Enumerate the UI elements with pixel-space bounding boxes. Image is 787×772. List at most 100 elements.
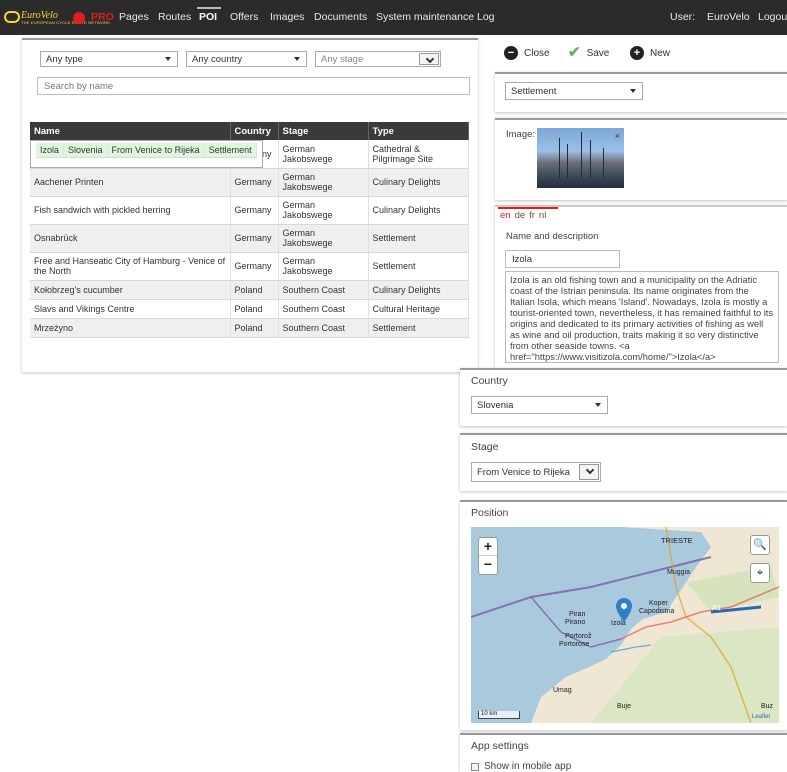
table-header-row: Name Country Stage Type — [30, 122, 469, 140]
show-mobile-label: Show in mobile app — [484, 761, 572, 772]
table-cell-stage: From Venice to Rijeka — [107, 143, 205, 158]
table-cell-stage: Southern Coast — [278, 299, 369, 319]
tab-en[interactable]: en — [500, 210, 511, 221]
close-button[interactable]: − Close — [504, 42, 550, 64]
table-row[interactable]: Mrzeżyno Poland Southern Coast Settlement — [30, 318, 469, 338]
nav-offers[interactable]: Offers — [230, 11, 258, 23]
image-label: Image: — [506, 129, 536, 140]
bike-icon — [4, 11, 20, 23]
new-button[interactable]: + New — [630, 42, 670, 64]
map-label-buje: Buje — [617, 703, 632, 710]
position-map[interactable]: TRIESTE Muggia Koper Capodistria Piran P… — [471, 527, 779, 723]
table-cell-country: Poland — [230, 280, 279, 300]
stage-select[interactable]: From Venice to Rijeka — [471, 462, 601, 482]
map-label-capodistria: Capodistria — [639, 608, 675, 615]
map-scale: 10 km — [478, 711, 520, 719]
table-cell-stage: German Jakobswege — [278, 224, 369, 253]
map-attribution-link[interactable]: Leaflet — [752, 714, 770, 720]
map-label-portorose: Portorose — [559, 641, 590, 648]
table-row[interactable]: Free and Hanseatic City of Hamburg - Ven… — [30, 252, 469, 281]
table-cell-type: Cultural Heritage — [368, 299, 469, 319]
table-cell-country: Germany — [230, 252, 279, 281]
table-cell-name: Fish sandwich with pickled herring — [30, 196, 231, 225]
table-cell-type: Settlement — [368, 252, 469, 281]
table-row[interactable]: Aachener Printen Germany German Jakobswege… — [30, 168, 469, 197]
table-row[interactable]: Slavs and Vikings Centre Poland Southern C… — [30, 299, 469, 319]
table-cell-stage: Southern Coast — [278, 280, 369, 300]
tab-fr[interactable]: fr — [529, 210, 535, 221]
poi-table: Name Country Stage Type Izola Slovenia Fro… — [30, 122, 469, 338]
save-button[interactable]: ✔ Save — [568, 42, 609, 64]
nav-system-maintenance[interactable]: System maintenance — [376, 11, 474, 23]
chevron-down-icon — [165, 57, 171, 61]
zoom-in-button[interactable]: + — [479, 538, 497, 556]
poi-description-field[interactable]: Izola is an old fishing town and a munic… — [505, 271, 779, 363]
type-filter-select[interactable]: Any type — [40, 51, 178, 67]
table-cell-type: Settlement — [368, 224, 469, 253]
app-settings-label: App settings — [471, 740, 529, 752]
poi-type-select[interactable]: Settlement — [505, 82, 643, 100]
table-cell-type: Culinary Delights — [368, 168, 469, 197]
minus-circle-icon: − — [504, 46, 518, 60]
column-header-stage[interactable]: Stage — [278, 122, 369, 140]
plus-circle-icon: + — [630, 46, 644, 60]
nav-documents[interactable]: Documents — [314, 11, 367, 23]
map-marker-icon[interactable] — [616, 598, 632, 622]
column-header-name[interactable]: Name — [30, 122, 231, 140]
table-row[interactable]: Fish sandwich with pickled herring German… — [30, 196, 469, 225]
table-cell-type: Culinary Delights — [368, 196, 469, 225]
logout-link[interactable]: Logout — [758, 11, 787, 23]
country-filter-select[interactable]: Any country — [186, 51, 307, 67]
chevron-down-icon — [595, 403, 601, 407]
table-cell-name: Izola — [36, 143, 65, 158]
user-name[interactable]: EuroVelo — [707, 11, 750, 23]
table-cell-stage: German Jakobswege — [278, 196, 369, 225]
tab-nl[interactable]: nl — [539, 210, 546, 221]
map-label-trieste: TRIESTE — [661, 536, 693, 545]
nav-log[interactable]: Log — [477, 11, 495, 23]
poi-image-thumbnail[interactable]: × — [537, 128, 624, 188]
nav-routes[interactable]: Routes — [158, 11, 191, 23]
map-zoom-control: + − — [478, 537, 498, 575]
table-cell-name: Slavs and Vikings Centre — [30, 299, 231, 319]
nav-images[interactable]: Images — [270, 11, 304, 23]
country-label: Country — [471, 375, 508, 387]
table-cell-stage: German Jakobswege — [278, 168, 369, 197]
table-cell-country: Germany — [230, 224, 279, 253]
country-select[interactable]: Slovenia — [471, 396, 608, 414]
stage-label: Stage — [471, 441, 499, 453]
column-header-type[interactable]: Type — [368, 122, 469, 140]
table-cell-name: Mrzeżyno — [30, 318, 231, 338]
table-cell-country: Poland — [230, 299, 279, 319]
tab-de[interactable]: de — [515, 210, 526, 221]
locate-icon[interactable]: ⌖ — [750, 563, 770, 583]
table-cell-country: Slovenia — [63, 143, 108, 158]
table-row[interactable]: Izola Slovenia From Venice to Rijeka Settle… — [30, 140, 263, 168]
map-label-buz: Buz — [761, 703, 774, 710]
map-label-portoroz: Portorož — [565, 633, 592, 640]
stage-filter-select[interactable]: Any stage — [315, 51, 441, 67]
user-label: User: — [670, 11, 696, 23]
map-search-icon[interactable]: 🔍 — [750, 535, 770, 555]
eurovelo-logo[interactable]: EuroVelo THE EUROPEAN CYCLE ROUTE NETWOR… — [4, 9, 110, 25]
show-mobile-checkbox[interactable] — [471, 763, 479, 771]
table-row[interactable]: Osnabrück Germany German Jakobswege Settlem… — [30, 224, 469, 253]
zoom-out-button[interactable]: − — [479, 556, 497, 574]
chevron-down-icon — [630, 89, 636, 93]
chevron-down-icon — [419, 53, 439, 65]
search-input[interactable]: Search by name — [37, 77, 470, 95]
remove-image-icon[interactable]: × — [615, 131, 620, 141]
nav-pages[interactable]: Pages — [119, 11, 149, 23]
table-row[interactable]: Kołobrzeg's cucumber Poland Southern Coast… — [30, 280, 469, 300]
poi-name-field[interactable]: Izola — [505, 250, 620, 268]
map-label-muggia: Muggia — [667, 569, 690, 576]
active-tab-indicator — [197, 7, 221, 9]
nav-poi[interactable]: POI — [199, 11, 217, 23]
table-cell-type: Culinary Delights — [368, 280, 469, 300]
map-label-pirano: Pirano — [565, 619, 586, 626]
table-cell-stage: German Jakobswege — [278, 140, 369, 169]
check-icon: ✔ — [568, 44, 581, 61]
column-header-country[interactable]: Country — [230, 122, 279, 140]
table-cell-name: Osnabrück — [30, 224, 231, 253]
table-cell-stage: German Jakobswege — [278, 252, 369, 281]
